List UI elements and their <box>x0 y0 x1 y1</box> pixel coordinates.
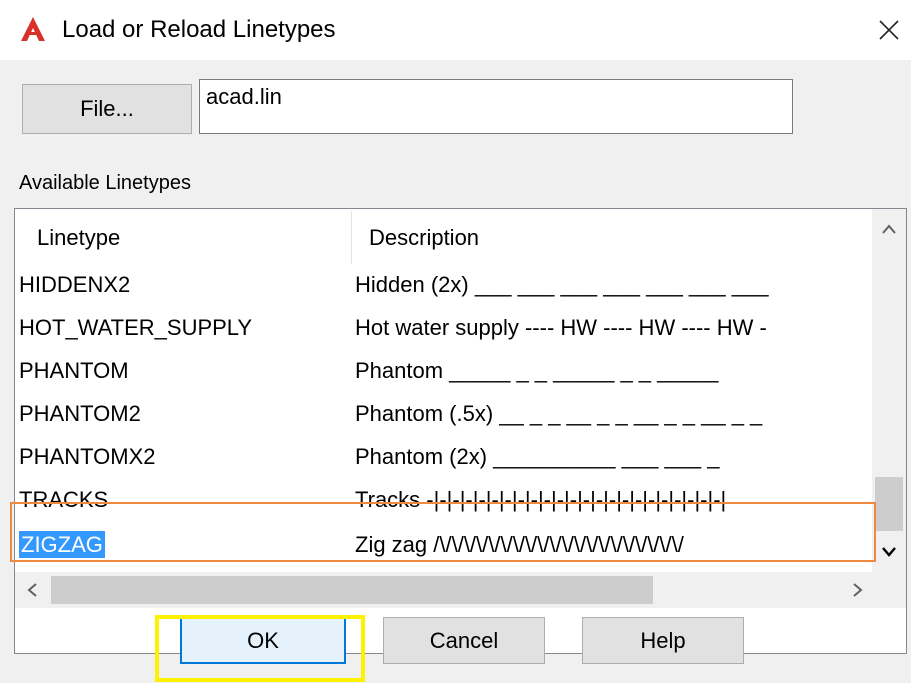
linetype-name: ZIGZAG <box>19 531 105 558</box>
linetype-description: Hidden (2x) ___ ___ ___ ___ ___ ___ ___ <box>355 272 769 297</box>
horizontal-scroll-thumb[interactable] <box>51 576 653 604</box>
chevron-down-icon <box>882 547 896 557</box>
linetype-name: PHANTOM <box>19 358 129 383</box>
table-row[interactable]: PHANTOMX2 Phantom (2x) __________ ___ __… <box>15 438 875 481</box>
chevron-left-icon <box>27 583 37 597</box>
table-row[interactable]: PHANTOM2 Phantom (.5x) __ _ _ __ _ _ __ … <box>15 395 875 438</box>
list-header: Linetype Description <box>15 209 875 266</box>
chevron-up-icon <box>882 224 896 234</box>
linetype-name: PHANTOM2 <box>19 401 141 426</box>
vertical-scrollbar[interactable] <box>872 209 906 572</box>
vertical-scroll-thumb[interactable] <box>875 477 903 531</box>
column-divider[interactable] <box>351 211 352 264</box>
scroll-left-button[interactable] <box>15 572 49 608</box>
column-header-linetype[interactable]: Linetype <box>37 209 120 266</box>
linetype-name: TRACKS <box>19 487 109 512</box>
linetype-description: Hot water supply ---- HW ---- HW ---- HW… <box>355 315 767 340</box>
linetype-name: HIDDENX2 <box>19 272 131 297</box>
table-row[interactable]: PHANTOM Phantom _____ _ _ _____ _ _ ____… <box>15 352 875 395</box>
horizontal-scrollbar[interactable] <box>15 572 875 608</box>
scroll-right-button[interactable] <box>841 572 875 608</box>
table-row[interactable]: HOT_WATER_SUPPLY Hot water supply ---- H… <box>15 309 875 352</box>
autocad-logo-icon <box>21 17 45 41</box>
linetype-description: Tracks -|-|-|-|-|-|-|-|-|-|-|-|-|-|-|-|-… <box>355 487 727 512</box>
table-row[interactable]: HIDDENX2 Hidden (2x) ___ ___ ___ ___ ___… <box>15 266 875 309</box>
file-button[interactable]: File... <box>22 84 192 134</box>
help-button[interactable]: Help <box>582 617 744 664</box>
available-linetypes-label: Available Linetypes <box>19 172 191 194</box>
linetype-description: Phantom (.5x) __ _ _ __ _ _ __ _ _ __ _ … <box>355 401 763 426</box>
linetype-description: Phantom (2x) __________ ___ ___ _ <box>355 444 720 469</box>
close-icon <box>879 20 899 40</box>
list-rows: HIDDENX2 Hidden (2x) ___ ___ ___ ___ ___… <box>15 266 875 571</box>
dialog-body: File... acad.lin Available Linetypes Lin… <box>0 60 911 683</box>
linetype-description: Phantom _____ _ _ _____ _ _ _____ <box>355 358 719 383</box>
scroll-down-button[interactable] <box>872 532 906 572</box>
cancel-button[interactable]: Cancel <box>383 617 545 664</box>
scrollbar-corner <box>872 572 906 608</box>
linetype-name: PHANTOMX2 <box>19 444 156 469</box>
close-button[interactable] <box>872 10 906 50</box>
window-title: Load or Reload Linetypes <box>62 16 336 43</box>
selected-linetype-name: ZIGZAG <box>19 531 105 558</box>
scroll-up-button[interactable] <box>872 209 906 249</box>
column-header-description[interactable]: Description <box>369 209 479 266</box>
linetype-description: Zig zag /\/\/\/\/\/\/\/\/\/\/\/\/\/\/\/\… <box>355 532 684 557</box>
file-name-field[interactable]: acad.lin <box>199 79 793 134</box>
chevron-right-icon <box>853 583 863 597</box>
linetype-list[interactable]: Linetype Description HIDDENX2 Hidden (2x… <box>14 208 907 654</box>
title-bar: Load or Reload Linetypes <box>0 0 911 60</box>
ok-button[interactable]: OK <box>180 617 346 664</box>
table-row-selected[interactable]: ZIGZAG Zig zag /\/\/\/\/\/\/\/\/\/\/\/\/… <box>15 526 875 569</box>
linetype-name: HOT_WATER_SUPPLY <box>19 315 253 340</box>
table-row[interactable]: TRACKS Tracks -|-|-|-|-|-|-|-|-|-|-|-|-|… <box>15 481 875 524</box>
